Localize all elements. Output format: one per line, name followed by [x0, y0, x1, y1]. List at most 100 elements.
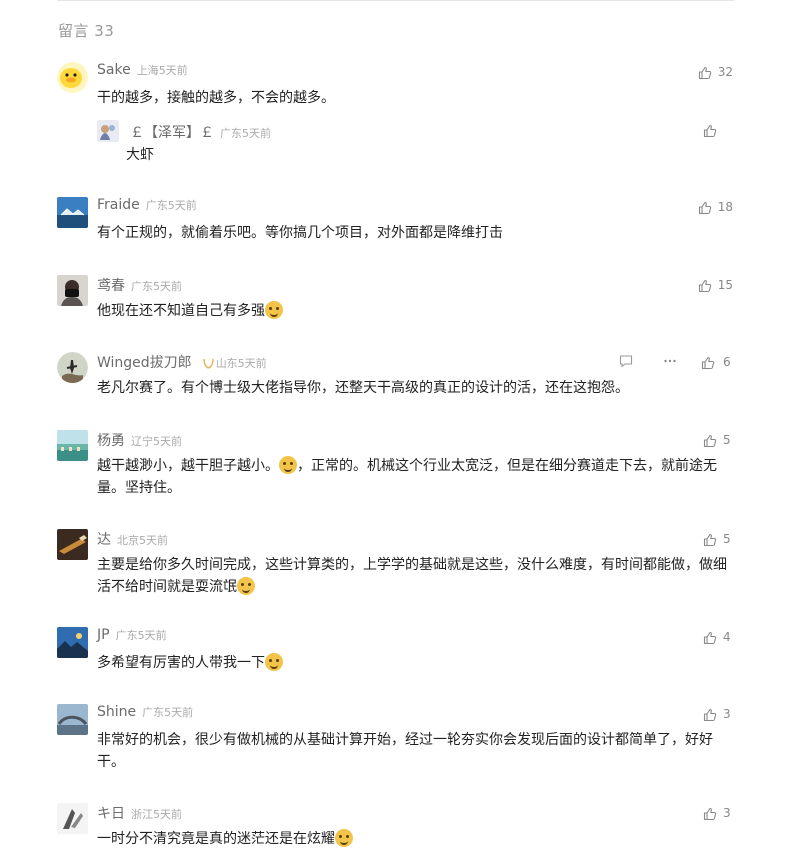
thumbs-up-icon[interactable]: [698, 200, 712, 215]
grin-emoji-icon: [279, 456, 297, 474]
comment-meta: 鸢春 广东 5天前: [97, 275, 182, 295]
like-count: 3: [723, 806, 731, 820]
comment-meta: 杨勇 辽宁 5天前: [97, 430, 182, 450]
thumbs-up-icon[interactable]: [703, 123, 717, 138]
thumbs-up-icon[interactable]: [698, 278, 712, 293]
avatar[interactable]: [57, 62, 88, 93]
reply-item: ￡【泽军】￡ 广东 5天前 大虾: [97, 120, 737, 165]
like-count: 5: [723, 433, 731, 447]
reply-meta: ￡【泽军】￡ 广东 5天前: [130, 122, 271, 142]
commenter-name[interactable]: 鸢春: [97, 275, 125, 295]
comment-item: 达 北京 5天前 主要是给你多久时间完成，这些计算类的，上学学的基础就是这些，没…: [57, 529, 737, 601]
commenter-name[interactable]: キ日: [97, 803, 125, 823]
smile-emoji-icon: [335, 829, 353, 847]
more-options-icon[interactable]: [663, 353, 677, 372]
comment-time: 5天前: [137, 629, 167, 642]
like-count: 6: [723, 355, 731, 369]
comment-actions: 32: [698, 62, 733, 82]
commenter-name[interactable]: 杨勇: [97, 430, 125, 450]
avatar[interactable]: [57, 627, 88, 658]
thumbs-up-icon[interactable]: [703, 433, 717, 448]
avatar[interactable]: [97, 120, 119, 142]
comment-text: 主要是给你多久时间完成，这些计算类的，上学学的基础就是这些，没什么难度，有时间都…: [97, 554, 737, 598]
avatar[interactable]: [57, 430, 88, 461]
cat-smile-emoji-icon: [265, 301, 283, 319]
like-count: 4: [723, 630, 731, 644]
comment-time: 5天前: [158, 64, 188, 77]
avatar[interactable]: [57, 803, 88, 834]
comment-meta: 达 北京 5天前: [97, 529, 168, 549]
comment-meta: Fraide 广东 5天前: [97, 197, 197, 217]
comment-time: 5天前: [164, 706, 194, 719]
commenter-location: 北京: [117, 534, 139, 547]
like-count: 3: [723, 707, 731, 721]
comment-actions: 3: [703, 704, 733, 724]
commenter-name[interactable]: Fraide: [97, 197, 140, 213]
commenter-location: 广东: [115, 629, 138, 642]
comment-actions: 4: [703, 627, 733, 647]
comment-actions: 18: [698, 197, 733, 217]
like-count: 32: [717, 65, 733, 79]
comment-actions: 5: [703, 430, 733, 450]
comment-text: 有个正规的，就偷着乐吧。等你搞几个项目，对外面都是降维打击: [97, 225, 503, 241]
commenter-location: 广东: [142, 706, 165, 719]
commenter-name[interactable]: Shine: [97, 704, 136, 720]
comment-item: Fraide 广东 5天前 有个正规的，就偷着乐吧。等你搞几个项目，对外面都是降…: [57, 197, 737, 247]
avatar[interactable]: [57, 529, 88, 560]
avatar[interactable]: [57, 197, 88, 228]
comment-meta: Winged拔刀郎 山东 5天前: [97, 352, 267, 372]
thumbs-up-icon[interactable]: [698, 65, 712, 80]
laurel-badge-icon: [202, 355, 215, 369]
reply-actions: [703, 120, 733, 140]
thumbs-up-icon[interactable]: [703, 532, 717, 547]
avatar[interactable]: [57, 352, 88, 383]
commenter-location: 浙江: [131, 808, 153, 821]
thumbs-up-icon[interactable]: [703, 707, 717, 722]
avatar[interactable]: [57, 275, 88, 306]
commenter-location: 山东: [215, 357, 238, 370]
comment-meta: キ日 浙江 5天前: [97, 803, 182, 823]
sleepy-emoji-icon: [265, 653, 283, 671]
comment-text-content: 主要是给你多久时间完成，这些计算类的，上学学的基础就是这些，没什么难度，有时间都…: [97, 557, 727, 595]
commenter-location: 广东: [131, 280, 153, 293]
comment-actions: 3: [703, 803, 733, 823]
comment-text-content: 他现在还不知道自己有多强: [97, 303, 265, 319]
comment-meta: JP 广东 5天前: [97, 627, 167, 647]
comment-text-part-1: 越干越渺小，越干胆子越小。: [97, 458, 279, 474]
like-count: 5: [723, 532, 731, 546]
thumbs-up-icon[interactable]: [701, 355, 715, 370]
replier-location: 广东: [220, 127, 242, 140]
commenter-name[interactable]: 达: [97, 529, 111, 549]
thumbs-up-icon[interactable]: [703, 630, 717, 645]
replier-name[interactable]: ￡【泽军】￡: [130, 122, 214, 142]
comment-actions: 15: [698, 275, 733, 295]
comment-text: 越干越渺小，越干胆子越小。 ，正常的。机械这个行业太宽泛，但是在细分赛道走下去，就…: [97, 455, 737, 499]
comment-text: 他现在还不知道自己有多强: [97, 300, 737, 322]
comment-text: 非常好的机会，很少有做机械的从基础计算开始，经过一轮夯实你会发现后面的设计都简单…: [97, 732, 713, 770]
comment-meta: Shine 广东 5天前: [97, 704, 193, 724]
reply-time: 5天前: [242, 127, 271, 140]
comment-text: 老凡尔赛了。有个博士级大佬指导你，还整天干高级的真正的设计的活，还在这抱怨。: [97, 380, 629, 396]
like-count: 15: [717, 278, 733, 292]
comment-actions: 6: [619, 352, 733, 372]
comment-time: 5天前: [167, 199, 197, 212]
comment-item: 杨勇 辽宁 5天前 越干越渺小，越干胆子越小。 ，正常的。机械这个行业太宽泛，但是…: [57, 430, 737, 502]
reply-bubble-icon[interactable]: [619, 353, 633, 372]
comment-time: 5天前: [153, 435, 182, 448]
comment-actions: 5: [703, 529, 733, 549]
cat-smile-emoji-icon: [237, 577, 255, 595]
commenter-name[interactable]: Winged拔刀郎: [97, 352, 192, 372]
comment-text: 多希望有厉害的人带我一下: [97, 652, 737, 674]
comment-meta: Sake 上海 5天前: [97, 62, 188, 82]
thumbs-up-icon[interactable]: [703, 806, 717, 821]
commenter-location: 广东: [145, 199, 168, 212]
commenter-location: 辽宁: [131, 435, 153, 448]
top-divider: [57, 0, 734, 1]
comment-text-content: 多希望有厉害的人带我一下: [97, 655, 265, 671]
commenter-name[interactable]: Sake: [97, 62, 131, 78]
comment-text: 一时分不清究竟是真的迷茫还是在炫耀: [97, 828, 737, 850]
like-count: 18: [717, 200, 733, 214]
commenter-name[interactable]: JP: [97, 627, 110, 643]
comment-item: JP 广东 5天前 多希望有厉害的人带我一下 4: [57, 627, 737, 677]
avatar[interactable]: [57, 704, 88, 735]
